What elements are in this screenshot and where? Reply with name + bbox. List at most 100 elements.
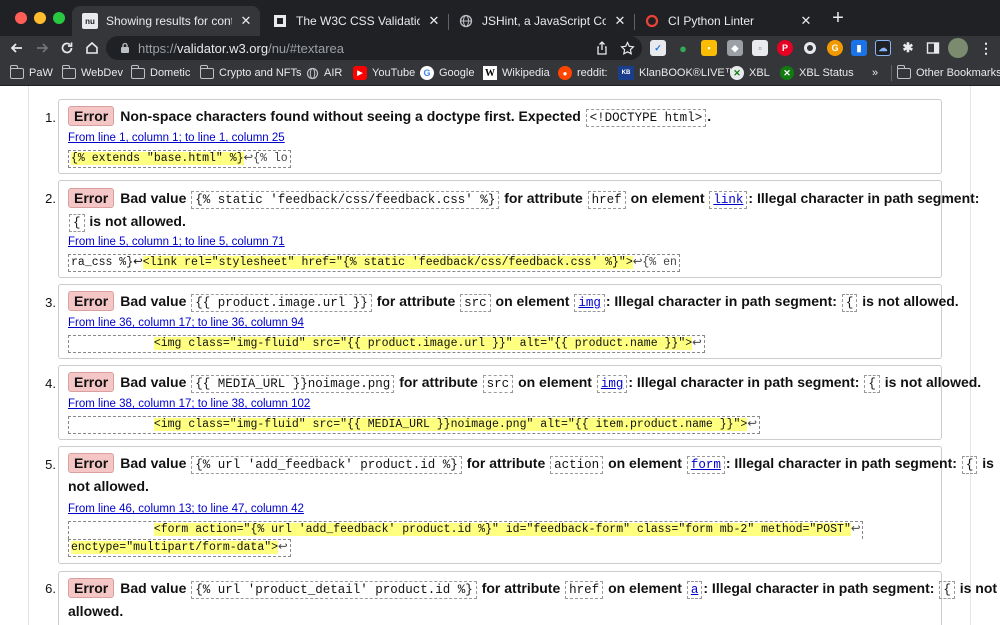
code-snippet: {% url 'add_feedback' product.id %} bbox=[191, 456, 462, 474]
error-badge: Error bbox=[68, 372, 115, 392]
w3c-favicon-icon bbox=[272, 13, 288, 29]
bookmark-google[interactable]: G Google bbox=[420, 65, 474, 81]
element-link[interactable]: link bbox=[709, 191, 748, 209]
side-panel-icon[interactable] bbox=[925, 40, 941, 56]
source-extract: {% extends "base.html" %}↩{% lo bbox=[68, 150, 291, 168]
code-snippet: href bbox=[565, 581, 604, 599]
forward-button[interactable] bbox=[32, 38, 52, 58]
extension-grammar-icon[interactable]: G bbox=[827, 40, 843, 56]
other-bookmarks[interactable]: Other Bookmarks bbox=[896, 64, 1000, 81]
element-link[interactable]: a bbox=[686, 581, 703, 599]
maximize-window-button[interactable] bbox=[53, 12, 65, 24]
reload-button[interactable] bbox=[57, 38, 77, 58]
extension-window-icon[interactable]: ▫ bbox=[752, 40, 768, 56]
nu-favicon-icon: nu bbox=[82, 13, 98, 29]
tab-title: JSHint, a JavaScript Code Qual bbox=[482, 14, 606, 28]
bookmark-crypto[interactable]: Crypto and NFTs bbox=[199, 64, 302, 81]
element-link[interactable]: form bbox=[686, 456, 725, 474]
error-location-link[interactable]: From line 38, column 17; to line 38, col… bbox=[68, 398, 310, 410]
bookmark-dometic[interactable]: Dometic bbox=[130, 64, 190, 81]
bookmark-air[interactable]: AIR bbox=[305, 65, 342, 81]
bookmark-paw[interactable]: PaW bbox=[9, 64, 53, 81]
browser-menu-icon[interactable]: ⋮ bbox=[978, 40, 994, 56]
back-button[interactable] bbox=[7, 38, 27, 58]
error-location-link[interactable]: From line 46, column 13; to line 47, col… bbox=[68, 503, 304, 515]
profile-avatar[interactable] bbox=[948, 38, 968, 58]
error-badge: Error bbox=[68, 106, 115, 126]
extension-github-icon[interactable] bbox=[802, 40, 818, 56]
error-badge: Error bbox=[68, 578, 115, 598]
folder-icon bbox=[199, 64, 214, 80]
youtube-icon: ▶ bbox=[353, 66, 367, 80]
error-number: 3. bbox=[45, 295, 56, 310]
extensions-puzzle-icon[interactable]: ✱ bbox=[900, 40, 916, 56]
home-icon bbox=[86, 41, 98, 54]
extension-evernote-icon[interactable]: ● bbox=[675, 40, 691, 56]
close-window-button[interactable] bbox=[15, 12, 27, 24]
bookmark-xbl-status[interactable]: ✕ XBL Status bbox=[780, 65, 854, 81]
url-text: https://validator.w3.org/nu/#textarea bbox=[138, 40, 344, 56]
tab-title: The W3C CSS Validation Service bbox=[296, 14, 420, 28]
element-link[interactable]: img bbox=[574, 294, 605, 312]
folder-icon bbox=[896, 64, 911, 80]
globe-icon bbox=[305, 66, 319, 80]
error-message-continued: not allowed. bbox=[68, 478, 149, 494]
wikipedia-icon: W bbox=[483, 66, 497, 80]
bookmark-webdev[interactable]: WebDev bbox=[61, 64, 123, 81]
address-bar[interactable]: https://validator.w3.org/nu/#textarea bbox=[106, 36, 642, 60]
bookmark-xbl[interactable]: ✕ XBL bbox=[730, 65, 770, 81]
lock-icon bbox=[120, 42, 130, 54]
error-number: 5. bbox=[45, 457, 56, 472]
folder-icon bbox=[9, 64, 24, 80]
new-tab-button[interactable]: + bbox=[828, 8, 848, 28]
xbox-icon: ✕ bbox=[730, 66, 744, 80]
error-message: Error Bad value {% static 'feedback/css/f… bbox=[68, 187, 979, 212]
code-snippet: src bbox=[482, 375, 514, 393]
tab-jshint[interactable]: JSHint, a JavaScript Code Qual ✕ bbox=[448, 6, 634, 36]
error-message: Error Non-space characters found without … bbox=[68, 105, 711, 130]
minimize-window-button[interactable] bbox=[34, 12, 46, 24]
code-snippet: { bbox=[69, 214, 85, 232]
extension-notes-icon[interactable]: ▪ bbox=[701, 40, 717, 56]
error-location-link[interactable]: From line 36, column 17; to line 36, col… bbox=[68, 317, 304, 329]
tab-strip: nu Showing results for contents of ✕ The… bbox=[0, 0, 1000, 36]
share-button[interactable] bbox=[592, 38, 612, 58]
close-tab-icon[interactable]: ✕ bbox=[238, 13, 254, 29]
folder-icon bbox=[61, 64, 76, 80]
code-snippet: { bbox=[841, 294, 858, 312]
tab-validator-results[interactable]: nu Showing results for contents of ✕ bbox=[72, 6, 260, 36]
home-button[interactable] bbox=[82, 38, 102, 58]
bookmark-klanbook[interactable]: KB KlanBOOK®LIVE™ bbox=[618, 65, 736, 81]
arrow-right-icon bbox=[37, 43, 49, 53]
error-location-link[interactable]: From line 1, column 1; to line 1, column… bbox=[68, 132, 285, 144]
error-item: Error Bad value {% static 'feedback/css/f… bbox=[58, 180, 979, 278]
bookmark-reddit[interactable]: ● reddit: bbox=[558, 65, 608, 81]
code-snippet: href bbox=[587, 191, 626, 209]
error-message: Error Bad value {% url 'product_detail' p… bbox=[68, 577, 997, 602]
source-extract: ra_css %}↩<link rel="stylesheet" href="{… bbox=[68, 254, 680, 272]
close-tab-icon[interactable]: ✕ bbox=[426, 13, 442, 29]
extension-cloud-icon[interactable]: ☁ bbox=[875, 40, 891, 56]
close-tab-icon[interactable]: ✕ bbox=[798, 13, 814, 29]
page-border-left bbox=[28, 86, 29, 625]
error-location-link[interactable]: From line 5, column 1; to line 5, column… bbox=[68, 236, 285, 248]
code-snippet: action bbox=[550, 456, 604, 474]
bookmark-star-button[interactable] bbox=[617, 38, 637, 58]
error-item: Error Bad value {{ product.image.url }} f… bbox=[58, 284, 959, 359]
share-icon bbox=[597, 41, 607, 55]
code-snippet: {{ product.image.url }} bbox=[191, 294, 372, 312]
tab-python-linter[interactable]: CI Python Linter ✕ bbox=[634, 6, 820, 36]
tab-css-validation[interactable]: The W3C CSS Validation Service ✕ bbox=[262, 6, 448, 36]
bookmark-wikipedia[interactable]: W Wikipedia bbox=[483, 65, 550, 81]
extension-gray-icon[interactable]: ◆ bbox=[727, 40, 743, 56]
close-tab-icon[interactable]: ✕ bbox=[612, 13, 628, 29]
ci-icon bbox=[644, 13, 660, 29]
tab-title: Showing results for contents of bbox=[106, 14, 232, 28]
element-link[interactable]: img bbox=[596, 375, 628, 393]
bookmark-youtube[interactable]: ▶ YouTube bbox=[353, 65, 415, 81]
extension-blue-icon[interactable]: ▮ bbox=[851, 40, 867, 56]
extension-checkbox-icon[interactable]: ✓ bbox=[650, 40, 666, 56]
extension-pinterest-icon[interactable]: P bbox=[777, 40, 793, 56]
source-extract: <form action="{% url 'add_feedback' prod… bbox=[68, 521, 864, 539]
bookmarks-overflow-button[interactable]: » bbox=[872, 65, 878, 81]
